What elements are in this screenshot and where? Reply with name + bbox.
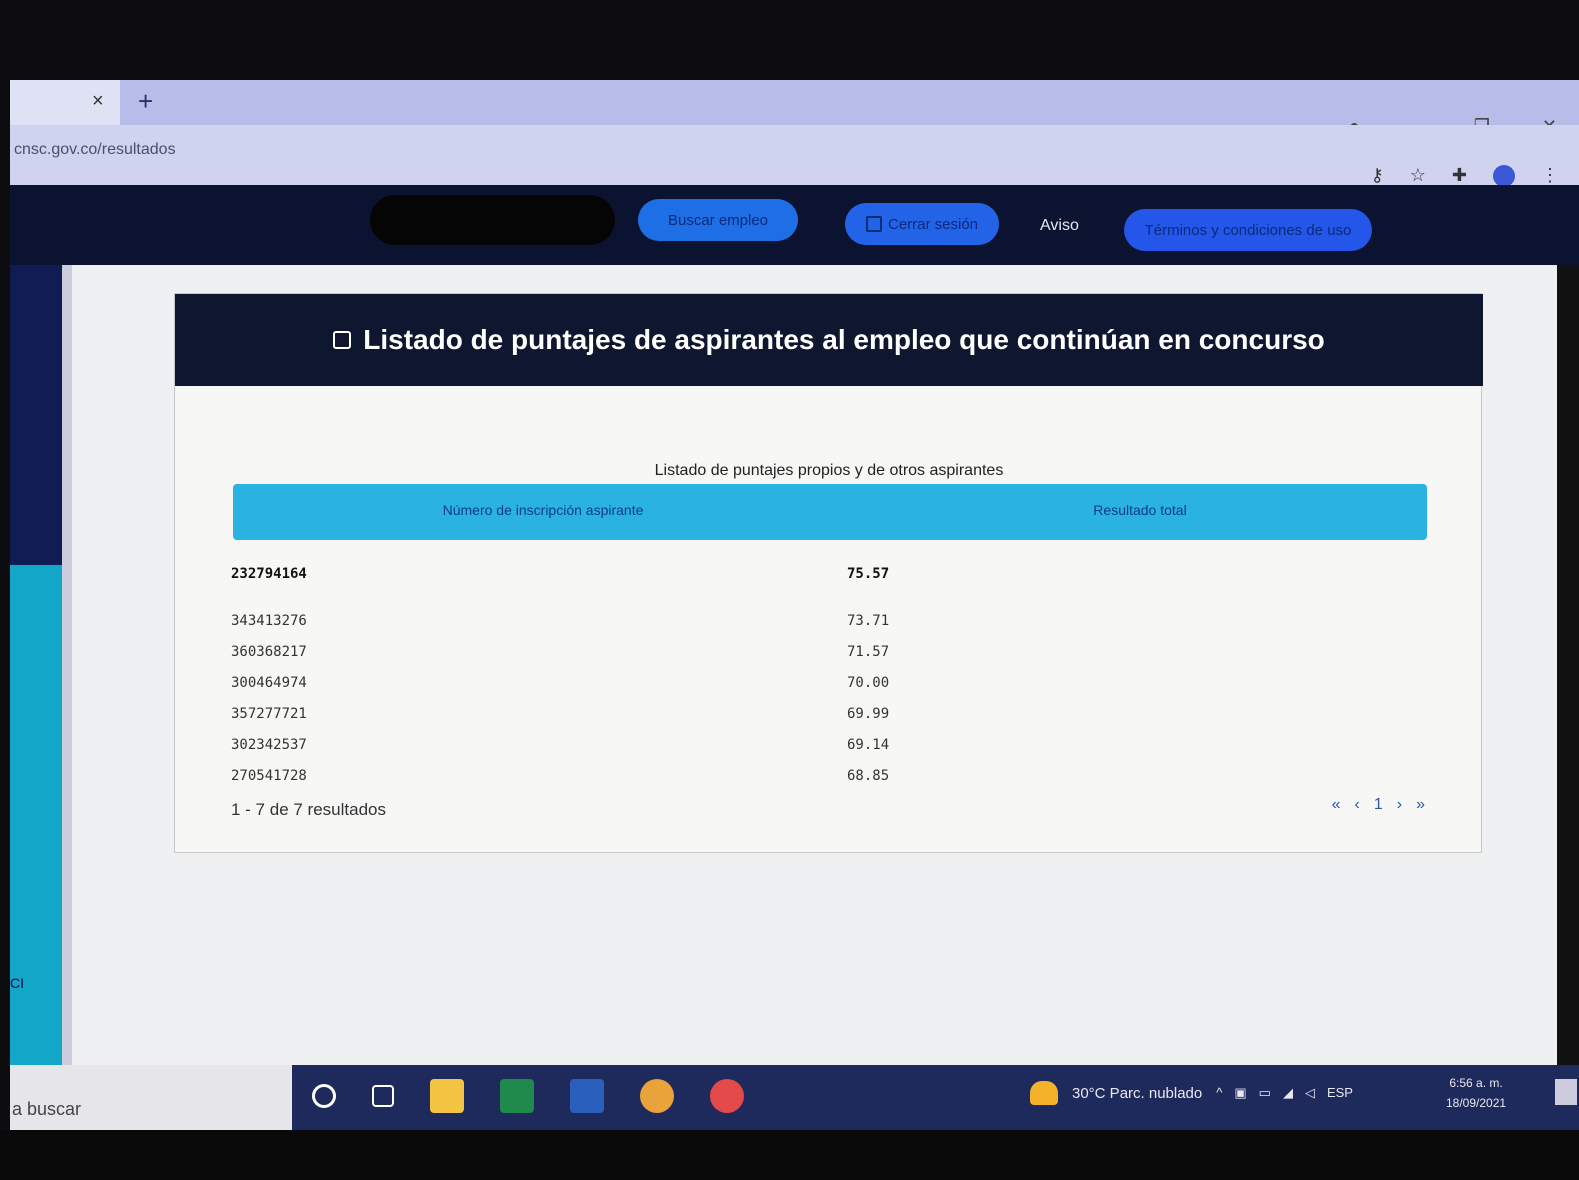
- cell-inscripcion: 357277721: [231, 706, 307, 722]
- search-placeholder: a buscar: [12, 1099, 82, 1119]
- table-row: 357277721 69.99: [231, 700, 1425, 730]
- table-row: 300464974 70.00: [231, 669, 1425, 699]
- cell-inscripcion: 270541728: [231, 768, 307, 784]
- key-icon[interactable]: ⚷: [1371, 165, 1384, 187]
- cell-inscripcion: 300464974: [231, 675, 307, 691]
- cerrar-sesion-button[interactable]: Cerrar sesión: [845, 203, 999, 245]
- table-row: 232794164 75.57: [231, 560, 1425, 590]
- extensions-icon[interactable]: ✚: [1452, 165, 1467, 187]
- left-sidebar: CI: [10, 265, 72, 1065]
- file-explorer-icon[interactable]: [430, 1079, 464, 1113]
- screen-bezel-bottom: [0, 1130, 1579, 1180]
- clock-date: 18/09/2021: [1446, 1096, 1507, 1110]
- cell-resultado: 71.57: [847, 644, 890, 660]
- buscar-empleo-label: Buscar empleo: [667, 211, 769, 229]
- volume-icon[interactable]: ◁: [1305, 1085, 1315, 1101]
- page-title: Listado de puntajes de aspirantes al emp…: [363, 324, 1325, 355]
- cell-resultado: 70.00: [847, 675, 890, 691]
- aviso-link[interactable]: Aviso: [1040, 217, 1079, 235]
- cortana-icon[interactable]: [312, 1084, 336, 1108]
- sidebar-scrollbar[interactable]: [62, 265, 72, 1065]
- prev-page-button[interactable]: ‹: [1355, 796, 1360, 814]
- wifi-icon[interactable]: ◢: [1283, 1085, 1293, 1101]
- site-header: Buscar empleo Cerrar sesión Aviso Términ…: [10, 185, 1579, 265]
- new-tab-button[interactable]: +: [138, 86, 153, 117]
- cell-inscripcion: 302342537: [231, 737, 307, 753]
- weather-text[interactable]: 30°C Parc. nublado: [1072, 1085, 1202, 1102]
- cell-resultado: 75.57: [847, 566, 890, 582]
- last-page-button[interactable]: »: [1416, 796, 1425, 814]
- chrome-icon[interactable]: [640, 1079, 674, 1113]
- current-page[interactable]: 1: [1374, 796, 1383, 814]
- terminos-button[interactable]: Términos y condiciones de uso: [1124, 209, 1372, 251]
- excel-icon[interactable]: [500, 1079, 534, 1113]
- sidebar-label: CI: [10, 975, 24, 991]
- cell-inscripcion: 343413276: [231, 613, 307, 629]
- system-tray: 30°C Parc. nublado ^ ▣ ▭ ◢ ◁ ESP: [1030, 1081, 1353, 1105]
- star-icon[interactable]: ☆: [1410, 165, 1426, 187]
- taskbar-apps: [312, 1079, 744, 1113]
- browser-tab[interactable]: ×: [10, 80, 120, 125]
- logout-icon: [865, 216, 882, 232]
- table-row: 270541728 68.85: [231, 762, 1425, 792]
- task-view-icon[interactable]: [372, 1085, 394, 1107]
- windows-taskbar: a buscar 30°C Parc. nublado ^ ▣ ▭ ◢ ◁ ES…: [10, 1065, 1579, 1130]
- notifications-icon[interactable]: [1555, 1079, 1577, 1105]
- address-bar-icons: ⚷ ☆ ✚ ⋮: [1371, 165, 1559, 187]
- weather-icon[interactable]: [1030, 1081, 1058, 1105]
- cell-resultado: 68.85: [847, 768, 890, 784]
- chevron-up-icon[interactable]: ^: [1216, 1085, 1222, 1101]
- clock-time: 6:56 a. m.: [1449, 1076, 1503, 1090]
- cell-resultado: 69.99: [847, 706, 890, 722]
- active-app-icon[interactable]: [710, 1079, 744, 1113]
- table-row: 343413276 73.71: [231, 607, 1425, 637]
- network-icon[interactable]: ▣: [1234, 1085, 1246, 1101]
- next-page-button[interactable]: ›: [1397, 796, 1402, 814]
- site-user-pill: [370, 195, 615, 245]
- language-indicator[interactable]: ESP: [1327, 1085, 1353, 1101]
- address-bar: cnsc.gov.co/resultados ⚷ ☆ ✚ ⋮: [10, 125, 1579, 187]
- battery-icon[interactable]: ▭: [1259, 1085, 1271, 1101]
- cerrar-sesion-label: Cerrar sesión: [887, 215, 979, 233]
- close-icon[interactable]: ×: [92, 90, 104, 113]
- table-header: Número de inscripción aspirante Resultad…: [233, 484, 1427, 540]
- main-content: Listado de puntajes de aspirantes al emp…: [72, 265, 1557, 1065]
- word-icon[interactable]: [570, 1079, 604, 1113]
- card-header: Listado de puntajes de aspirantes al emp…: [175, 294, 1483, 386]
- browser-tab-strip: × + ● – ❐ ✕: [10, 80, 1579, 136]
- taskbar-search[interactable]: a buscar: [10, 1065, 292, 1130]
- screen-bezel-top: [0, 0, 1579, 80]
- cell-resultado: 73.71: [847, 613, 890, 629]
- cell-inscripcion: 360368217: [231, 644, 307, 660]
- results-summary: 1 - 7 de 7 resultados: [231, 800, 386, 819]
- tray-icons: ^ ▣ ▭ ◢ ◁ ESP: [1216, 1085, 1353, 1101]
- terminos-label: Términos y condiciones de uso: [1144, 221, 1352, 239]
- results-card: Listado de puntajes de aspirantes al emp…: [174, 293, 1483, 853]
- cell-inscripcion: 232794164: [231, 566, 307, 582]
- menu-kebab-icon[interactable]: ⋮: [1541, 165, 1559, 187]
- buscar-empleo-button[interactable]: Buscar empleo: [638, 199, 798, 241]
- url-field[interactable]: cnsc.gov.co/resultados: [14, 141, 176, 159]
- cell-resultado: 69.14: [847, 737, 890, 753]
- calendar-icon: [333, 331, 352, 349]
- column-header-resultado[interactable]: Resultado total: [853, 502, 1427, 518]
- screen-bezel-left: [0, 0, 10, 1180]
- table-caption: Listado de puntajes propios y de otros a…: [654, 462, 1004, 479]
- table-row: 360368217 71.57: [231, 638, 1425, 668]
- profile-avatar-icon[interactable]: [1493, 165, 1515, 187]
- table-row: 302342537 69.14: [231, 731, 1425, 761]
- clock[interactable]: 6:56 a. m. 18/09/2021: [1446, 1073, 1506, 1113]
- pagination: « ‹ 1 › »: [1332, 796, 1425, 814]
- first-page-button[interactable]: «: [1332, 796, 1341, 814]
- column-header-inscripcion[interactable]: Número de inscripción aspirante: [233, 502, 853, 518]
